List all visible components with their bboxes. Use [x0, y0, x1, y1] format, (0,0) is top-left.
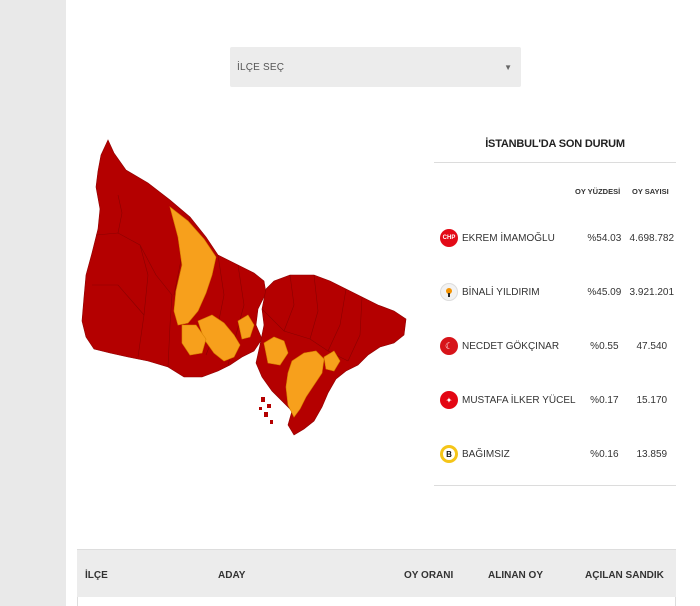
results-divider-bottom	[434, 485, 676, 486]
candidate-percent: %0.17	[590, 394, 619, 406]
candidate-row[interactable]: B BAĞIMSIZ %0.16 13.859	[440, 439, 676, 469]
candidate-row[interactable]: ☾ NECDET GÖKÇINAR %0.55 47.540	[440, 331, 676, 361]
candidate-name: BAĞIMSIZ	[462, 448, 510, 460]
independent-logo-icon: B	[440, 445, 458, 463]
results-divider-top	[434, 162, 676, 163]
candidate-votes: 47.540	[636, 340, 668, 352]
col-opened-boxes[interactable]: AÇILAN SANDIK	[585, 570, 664, 581]
vatan-logo-icon: ✦	[440, 391, 458, 409]
results-title: İSTANBUL'DA SON DURUM	[485, 138, 625, 150]
col-district[interactable]: İLÇE	[85, 570, 108, 581]
map-european-side[interactable]	[81, 139, 267, 378]
saadet-logo-icon: ☾	[440, 337, 458, 355]
candidate-percent: %0.55	[590, 340, 619, 352]
candidate-name: EKREM İMAMOĞLU	[462, 232, 555, 244]
map-islands	[259, 397, 273, 424]
votes-header: OY SAYISI	[632, 187, 669, 196]
chp-logo-icon: CHP	[440, 229, 458, 247]
candidate-votes: 3.921.201	[629, 286, 675, 298]
candidate-name: NECDET GÖKÇINAR	[462, 340, 560, 352]
candidate-percent: %45.09	[587, 286, 622, 298]
candidate-percent: %54.03	[587, 232, 622, 244]
candidate-name: MUSTAFA İLKER YÜCEL	[462, 394, 576, 406]
istanbul-map	[81, 139, 407, 436]
district-select-label: İLÇE SEÇ	[237, 61, 285, 73]
dropdown-arrow-icon: ▼	[504, 62, 512, 72]
col-votes-received[interactable]: ALINAN OY	[488, 570, 543, 581]
district-table-header: İLÇE ADAY OY ORANI ALINAN OY AÇILAN SAND…	[77, 549, 676, 598]
akp-logo-icon	[440, 283, 458, 301]
percent-header: OY YÜZDESİ	[575, 187, 621, 196]
candidate-votes: 13.859	[636, 448, 668, 460]
candidate-percent: %0.16	[590, 448, 619, 460]
col-candidate[interactable]: ADAY	[218, 570, 245, 581]
candidate-votes: 15.170	[636, 394, 668, 406]
col-vote-rate[interactable]: OY ORANI	[404, 570, 453, 581]
candidate-row[interactable]: BİNALİ YILDIRIM %45.09 3.921.201	[440, 277, 676, 307]
district-table-body	[77, 597, 676, 606]
candidate-votes: 4.698.782	[629, 232, 675, 244]
candidate-row[interactable]: ✦ MUSTAFA İLKER YÜCEL %0.17 15.170	[440, 385, 676, 415]
district-select[interactable]: İLÇE SEÇ ▼	[230, 47, 521, 87]
candidate-row[interactable]: CHP EKREM İMAMOĞLU %54.03 4.698.782	[440, 223, 676, 253]
candidate-name: BİNALİ YILDIRIM	[462, 286, 540, 298]
